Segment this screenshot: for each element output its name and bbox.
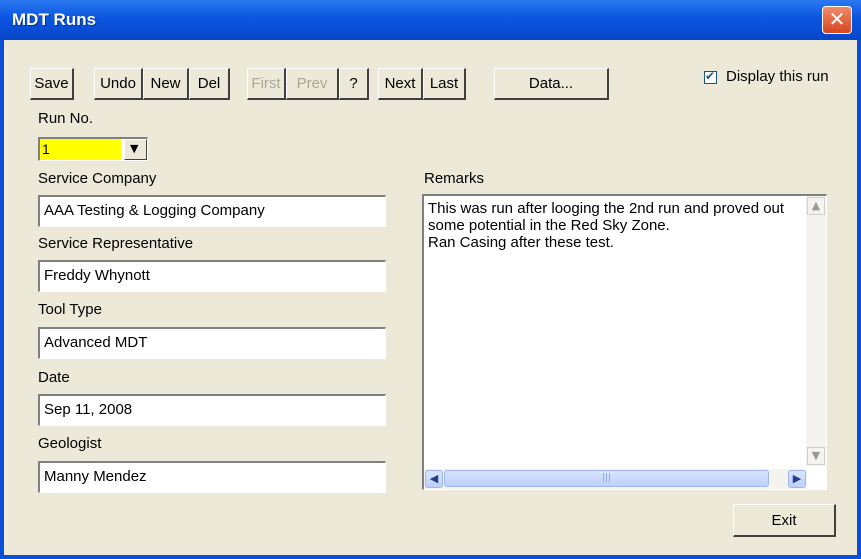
delete-button[interactable]: Del bbox=[189, 68, 230, 100]
remarks-text[interactable]: This was run after looging the 2nd run a… bbox=[428, 200, 814, 251]
tool-type-field[interactable]: Advanced MDT bbox=[38, 327, 386, 359]
undo-button[interactable]: Undo bbox=[94, 68, 143, 100]
help-button[interactable]: ? bbox=[339, 68, 369, 100]
next-button[interactable]: Next bbox=[378, 68, 423, 100]
date-label: Date bbox=[38, 369, 70, 386]
data-button[interactable]: Data... bbox=[494, 68, 609, 100]
new-button[interactable]: New bbox=[143, 68, 189, 100]
window-title: MDT Runs bbox=[12, 10, 97, 29]
dropdown-button[interactable]: ▼ bbox=[124, 139, 147, 160]
checkmark-icon: ✔ bbox=[705, 69, 716, 83]
service-representative-field[interactable]: Freddy Whynott bbox=[38, 260, 386, 292]
scroll-up-icon[interactable]: ▲ bbox=[807, 197, 825, 215]
run-no-value: 1 bbox=[40, 139, 121, 160]
first-button[interactable]: First bbox=[247, 68, 286, 100]
chevron-down-icon: ▼ bbox=[130, 142, 139, 155]
tool-type-label: Tool Type bbox=[38, 301, 102, 318]
scroll-right-icon[interactable]: ▶ bbox=[788, 470, 806, 488]
scroll-down-icon[interactable]: ▼ bbox=[807, 447, 825, 465]
exit-button[interactable]: Exit bbox=[733, 504, 836, 537]
display-run-label: Display this run bbox=[726, 68, 829, 85]
remarks-textarea[interactable]: This was run after looging the 2nd run a… bbox=[422, 194, 827, 490]
mdt-runs-window: MDT Runs ✕ Save Undo New Del First Prev … bbox=[0, 0, 861, 559]
prev-button[interactable]: Prev bbox=[286, 68, 339, 100]
display-run-checkbox[interactable]: ✔ bbox=[704, 69, 717, 84]
close-button[interactable]: ✕ bbox=[822, 6, 852, 34]
save-button[interactable]: Save bbox=[30, 68, 74, 100]
geologist-label: Geologist bbox=[38, 435, 102, 452]
horizontal-scrollbar[interactable]: ◀ ||| ▶ bbox=[424, 469, 807, 489]
run-no-select[interactable]: 1 ▼ bbox=[38, 137, 148, 161]
service-company-label: Service Company bbox=[38, 170, 157, 187]
service-representative-label: Service Representative bbox=[38, 235, 194, 252]
dialog-body: Save Undo New Del First Prev ? Next Last… bbox=[4, 40, 857, 555]
last-button[interactable]: Last bbox=[423, 68, 466, 100]
service-company-field[interactable]: AAA Testing & Logging Company bbox=[38, 195, 386, 227]
vertical-scrollbar[interactable]: ▲ ▼ bbox=[806, 196, 826, 466]
date-field[interactable]: Sep 11, 2008 bbox=[38, 394, 386, 426]
scroll-thumb[interactable]: ||| bbox=[444, 470, 769, 487]
remarks-label: Remarks bbox=[424, 170, 485, 187]
title-bar[interactable]: MDT Runs ✕ bbox=[0, 0, 861, 40]
run-no-label: Run No. bbox=[38, 110, 94, 127]
geologist-field[interactable]: Manny Mendez bbox=[38, 461, 386, 493]
scroll-left-icon[interactable]: ◀ bbox=[425, 470, 443, 488]
